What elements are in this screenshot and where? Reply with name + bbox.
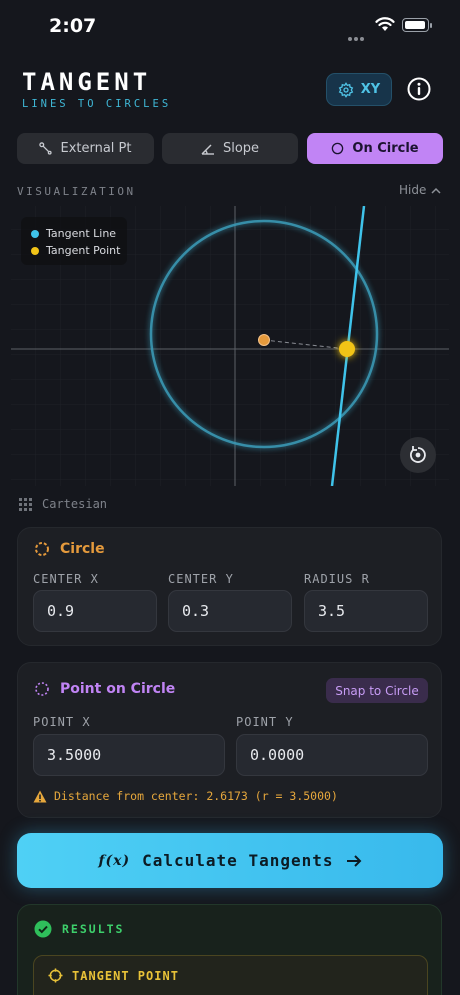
crosshair-icon: [48, 968, 63, 983]
wifi-icon: [375, 17, 395, 31]
legend-label: Tangent Point: [46, 244, 121, 257]
center-y-label: CENTER Y: [168, 572, 234, 586]
point-x-label: POINT X: [33, 715, 91, 729]
cellular-icon: [348, 26, 370, 41]
point-card-title: Point on Circle: [60, 681, 176, 697]
visualization-heading: VISUALIZATION: [17, 185, 136, 198]
pen-tool-icon: [39, 142, 53, 155]
center-point: [258, 334, 270, 346]
point-y-input[interactable]: 0.0000: [236, 734, 428, 776]
coordinate-system-indicator: Cartesian: [19, 497, 107, 511]
radius-label: RADIUS R: [304, 572, 370, 586]
hide-visualization-button[interactable]: Hide: [399, 183, 441, 197]
battery-icon: [402, 18, 432, 32]
distance-warning: Distance from center: 2.6173 (r = 3.5000…: [33, 789, 338, 803]
results-title: RESULTS: [62, 922, 125, 936]
center-x-label: CENTER X: [33, 572, 99, 586]
tangent-point-header: TANGENT POINT: [48, 968, 179, 983]
chevron-up-icon: [431, 187, 441, 194]
grid-icon: [19, 497, 32, 511]
check-circle-icon: [34, 920, 52, 938]
coordinate-settings-button[interactable]: XY: [326, 73, 392, 106]
snap-to-circle-button[interactable]: Snap to Circle: [326, 678, 428, 703]
coordinate-mode-label: XY: [360, 82, 381, 97]
chart-legend: Tangent Line Tangent Point: [21, 217, 127, 265]
info-icon[interactable]: [406, 76, 432, 102]
tab-external-point[interactable]: External Pt: [17, 133, 154, 164]
circle-card-title: Circle: [60, 541, 105, 557]
radius-input[interactable]: 3.5: [304, 590, 428, 632]
tangent-point: [339, 341, 355, 357]
dashed-circle-icon: [35, 542, 49, 556]
app-title: TANGENT: [22, 68, 152, 96]
status-bar: 2:07: [0, 0, 460, 52]
circle-card: Circle CENTER X CENTER Y RADIUS R 0.9 0.…: [17, 527, 442, 646]
circle-icon: [332, 142, 344, 155]
coordinate-system-label: Cartesian: [42, 497, 108, 511]
dashed-circle-icon: [35, 682, 49, 696]
status-time: 2:07: [49, 15, 97, 37]
tangent-point-title: TANGENT POINT: [72, 968, 179, 983]
function-icon: f(x): [98, 852, 131, 869]
results-header: RESULTS: [34, 920, 124, 938]
center-x-input[interactable]: 0.9: [33, 590, 157, 632]
point-on-circle-card: Point on Circle Snap to Circle POINT X P…: [17, 662, 442, 818]
calculate-tangents-button[interactable]: f(x) Calculate Tangents: [17, 833, 443, 888]
arrow-right-icon: [346, 854, 361, 867]
gear-icon: [338, 81, 354, 98]
tab-label: External Pt: [60, 141, 132, 156]
legend-label: Tangent Line: [46, 227, 117, 240]
legend-item: Tangent Line: [31, 225, 127, 242]
circle-card-header: Circle: [34, 541, 105, 557]
distance-warning-text: Distance from center: 2.6173 (r = 3.5000…: [54, 789, 338, 803]
legend-item: Tangent Point: [31, 242, 127, 259]
tab-on-circle[interactable]: On Circle: [307, 133, 443, 164]
legend-swatch: [31, 229, 39, 238]
point-x-input[interactable]: 3.5000: [33, 734, 225, 776]
angle-icon: [201, 144, 214, 155]
results-card: RESULTS TANGENT POINT: [17, 904, 442, 995]
app-subtitle: LINES TO CIRCLES: [22, 98, 172, 110]
reset-view-button[interactable]: [400, 437, 436, 473]
calculate-label: Calculate Tangents: [142, 851, 334, 870]
point-y-label: POINT Y: [236, 715, 294, 729]
tangent-point-result: TANGENT POINT: [33, 955, 428, 995]
point-card-header: Point on Circle: [34, 681, 175, 697]
tab-slope[interactable]: Slope: [162, 133, 298, 164]
center-y-input[interactable]: 0.3: [168, 590, 292, 632]
rotate-icon: [410, 446, 426, 463]
hide-label: Hide: [399, 183, 427, 197]
tab-label: Slope: [222, 141, 260, 156]
legend-swatch: [31, 246, 39, 255]
tab-label: On Circle: [352, 141, 419, 156]
warning-icon: [33, 790, 47, 802]
